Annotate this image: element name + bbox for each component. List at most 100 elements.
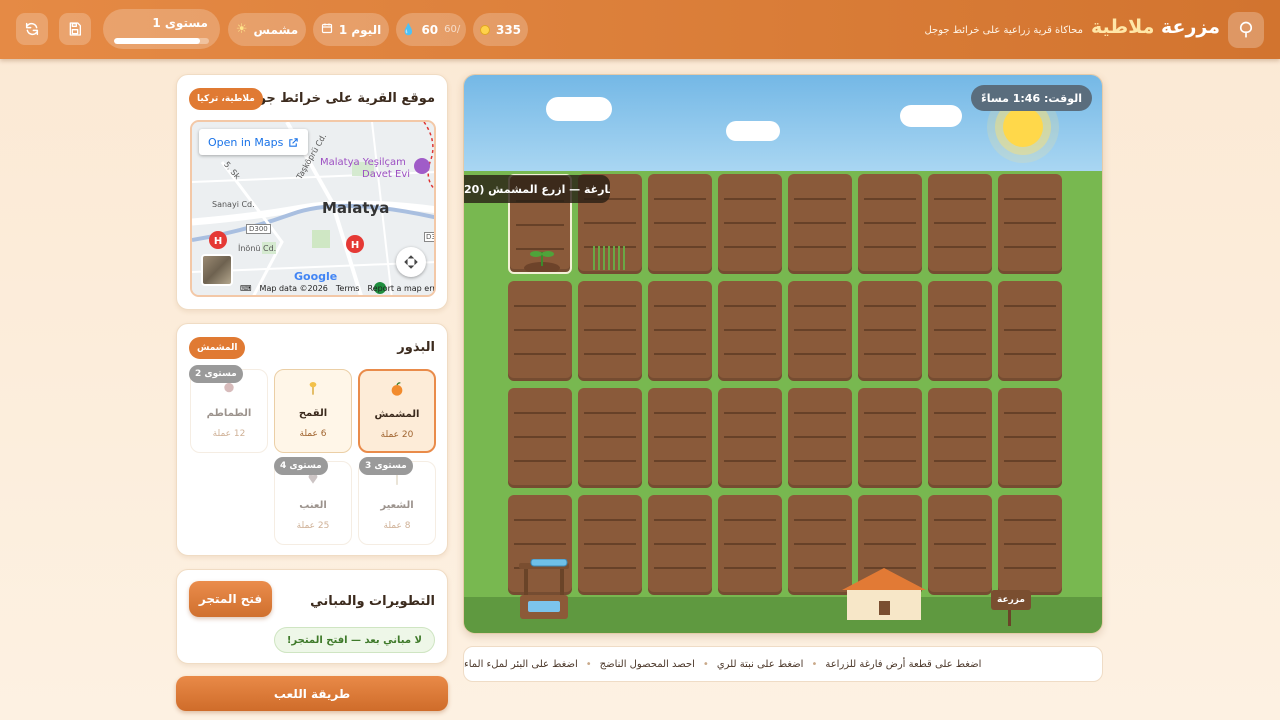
seed-apricot[interactable]: المشمش 20 عملة <box>358 369 436 453</box>
soil-furrow <box>584 543 636 545</box>
map-footer: ⌨ Map data ©2026 Terms Report a map erro… <box>240 284 434 293</box>
seed-price: 12 عملة <box>212 429 246 439</box>
farm-plot[interactable] <box>718 495 782 595</box>
soil-furrow <box>1004 543 1056 545</box>
soil-furrow <box>934 436 986 438</box>
soil-furrow <box>584 567 636 569</box>
soil-furrow <box>584 305 636 307</box>
soil-furrow <box>514 353 566 355</box>
soil-furrow <box>934 412 986 414</box>
water-drop-icon: 💧 <box>401 23 416 36</box>
day-label: اليوم 1 <box>338 22 382 37</box>
soil-furrow <box>1004 567 1056 569</box>
farm-plot[interactable] <box>928 388 992 488</box>
map-street-label: Sanayi Cd. <box>212 200 255 209</box>
soil-furrow <box>724 567 776 569</box>
farm-board[interactable]: الوقت: 1:46 مساءً أرض فارغة — ازرع المشم… <box>463 74 1103 634</box>
soil-furrow <box>584 436 636 438</box>
farm-plot[interactable] <box>928 495 992 595</box>
sun-icon <box>1003 107 1043 147</box>
farm-plot[interactable] <box>998 388 1062 488</box>
soil-furrow <box>794 519 846 521</box>
farm-plot[interactable] <box>648 495 712 595</box>
soil-furrow <box>654 246 706 248</box>
brand: مزرعة ملاطية محاكاة قرية زراعية على خرائ… <box>924 16 1220 38</box>
seed-wheat[interactable]: القمح 6 عملة <box>274 369 352 453</box>
soil-furrow <box>654 353 706 355</box>
soil-furrow <box>934 246 986 248</box>
soil-furrow <box>794 222 846 224</box>
soil-furrow <box>864 353 916 355</box>
open-in-maps-link[interactable]: Open in Maps <box>199 129 309 155</box>
farm-plot[interactable] <box>998 281 1062 381</box>
farm-plot[interactable] <box>578 388 642 488</box>
soil-furrow <box>1004 412 1056 414</box>
hint-text: اضغط على البئر لملء الماء <box>464 658 578 670</box>
fullscreen-button[interactable] <box>396 247 426 277</box>
weather-label: مشمس <box>253 22 299 37</box>
soil-furrow <box>934 329 986 331</box>
farm-plot[interactable] <box>718 174 782 274</box>
soil-furrow <box>794 329 846 331</box>
soil-furrow <box>654 412 706 414</box>
svg-text:H: H <box>351 240 359 251</box>
farm-plot[interactable] <box>578 495 642 595</box>
farm-plot[interactable] <box>508 388 572 488</box>
farm-plot[interactable] <box>858 281 922 381</box>
soil-furrow <box>654 436 706 438</box>
map-terms-link[interactable]: Terms <box>336 284 360 293</box>
well-icon[interactable] <box>516 559 572 621</box>
soil-furrow <box>794 412 846 414</box>
seed-price: 6 عملة <box>299 429 327 439</box>
buildings-card-title: التطويرات والمباني <box>310 594 435 609</box>
hint-text: اضغط على نبتة للري <box>716 658 804 670</box>
brand-title: مزرعة ملاطية <box>1091 16 1220 38</box>
soil-furrow <box>1004 436 1056 438</box>
selected-seed-badge: المشمش <box>189 337 246 359</box>
farm-plot[interactable] <box>788 281 852 381</box>
satellite-toggle[interactable] <box>201 254 233 286</box>
farm-plot[interactable] <box>928 281 992 381</box>
farm-plot[interactable] <box>998 495 1062 595</box>
cloud-icon <box>546 97 612 121</box>
google-map[interactable]: H H Open in Maps Malatya Malatya Yeşilça… <box>190 120 436 297</box>
how-to-play-button[interactable]: طريقة اللعب <box>176 676 448 711</box>
farm-plot[interactable] <box>998 174 1062 274</box>
soil-furrow <box>794 198 846 200</box>
farm-plot[interactable] <box>788 174 852 274</box>
soil-furrow <box>864 222 916 224</box>
save-button[interactable] <box>59 13 91 45</box>
day-pill: اليوم 1 <box>313 13 389 46</box>
farm-plot[interactable] <box>858 388 922 488</box>
open-in-maps-label: Open in Maps <box>208 135 284 149</box>
farm-plot[interactable] <box>578 281 642 381</box>
farm-plot[interactable] <box>718 281 782 381</box>
coins-pill: 335 <box>473 13 528 46</box>
seed-name: الشعير <box>380 500 414 511</box>
farm-plot[interactable] <box>858 174 922 274</box>
soil-furrow <box>934 305 986 307</box>
farm-plot[interactable] <box>648 281 712 381</box>
soil-furrow <box>1004 222 1056 224</box>
soil-furrow <box>724 353 776 355</box>
reset-button[interactable] <box>16 13 48 45</box>
farm-plot[interactable] <box>718 388 782 488</box>
map-report-link[interactable]: Report a map error <box>367 284 434 293</box>
water-current: 60 <box>421 22 439 37</box>
seed-price: 25 عملة <box>296 521 330 531</box>
open-shop-button[interactable]: فتح المتجر <box>189 581 272 617</box>
soil-furrow <box>654 460 706 462</box>
farmhouse-icon[interactable] <box>842 568 926 622</box>
farm-plot[interactable] <box>788 388 852 488</box>
map-road-label: D3 <box>424 232 436 242</box>
farm-plot[interactable] <box>648 388 712 488</box>
cloud-icon <box>726 121 780 141</box>
soil-furrow <box>934 222 986 224</box>
level-lock-tag: مستوى 2 <box>189 365 243 383</box>
refresh-icon <box>25 22 39 36</box>
farm-plot[interactable] <box>508 281 572 381</box>
farm-plot[interactable] <box>928 174 992 274</box>
soil-furrow <box>794 543 846 545</box>
map-city-label: Malatya <box>322 199 390 217</box>
farm-plot[interactable] <box>648 174 712 274</box>
